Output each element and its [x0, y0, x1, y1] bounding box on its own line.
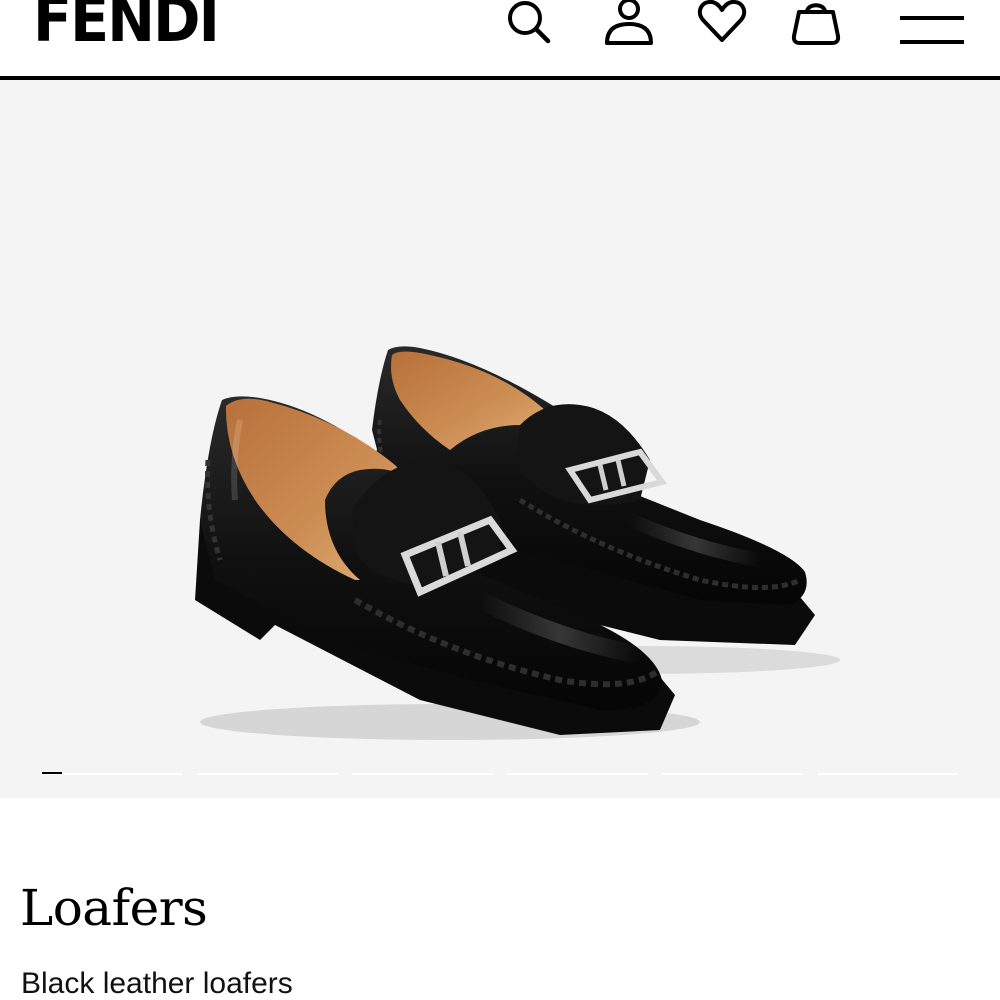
user-icon[interactable]: [602, 0, 656, 50]
slide-indicator-3[interactable]: [352, 773, 493, 775]
slide-indicator-5[interactable]: [662, 773, 803, 775]
menu-icon[interactable]: [898, 0, 966, 50]
product-image: [195, 346, 840, 740]
product-image-gallery[interactable]: [0, 80, 1000, 798]
search-icon[interactable]: [503, 0, 551, 50]
heart-icon[interactable]: [696, 0, 748, 50]
slide-indicator-4[interactable]: [507, 773, 648, 775]
product-subtitle: Black leather loafers: [21, 967, 293, 1000]
brand-logo[interactable]: FENDI: [33, 0, 220, 60]
product-page: FENDI Loafers Black leather loafers: [0, 0, 1000, 1000]
slide-indicator-2[interactable]: [197, 773, 338, 775]
slide-indicator-6[interactable]: [817, 773, 958, 775]
gallery-progress: [42, 772, 958, 776]
slide-indicator-active: [42, 772, 62, 774]
site-header: FENDI: [0, 0, 1000, 76]
product-title: Loafers: [20, 879, 208, 937]
bag-icon[interactable]: [790, 0, 842, 50]
slide-indicator-1[interactable]: [42, 773, 183, 775]
